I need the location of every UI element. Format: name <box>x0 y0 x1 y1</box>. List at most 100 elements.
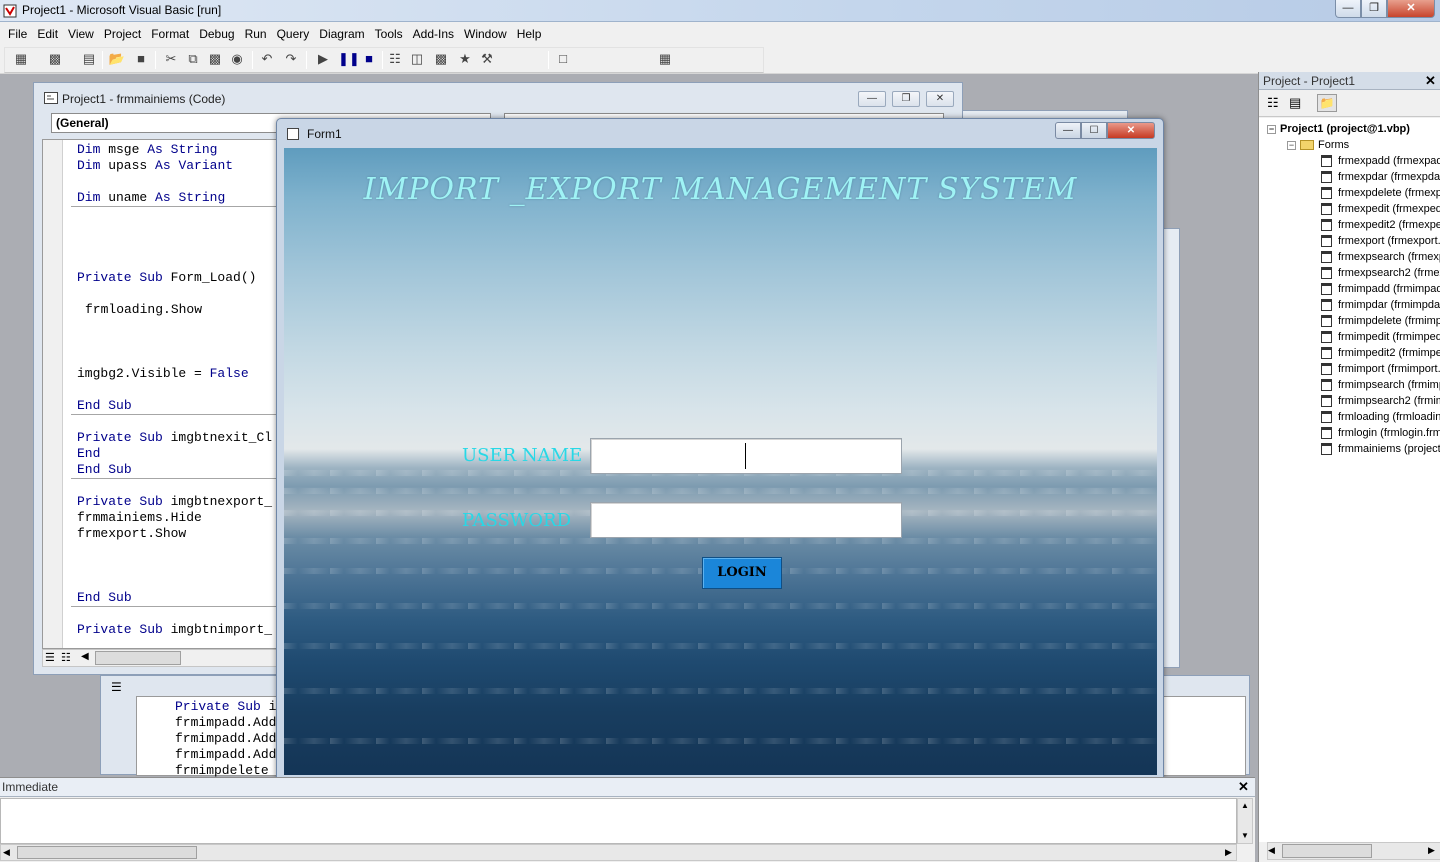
close-button[interactable]: ✕ <box>1387 0 1435 18</box>
form-node[interactable]: frmlogin (frmlogin.frm) <box>1321 426 1440 440</box>
procedure-view-icon[interactable]: ☰ <box>111 680 122 694</box>
undo-icon[interactable]: ↶ <box>258 50 276 68</box>
form-minimize-button[interactable]: — <box>1055 122 1081 139</box>
scroll-up-icon[interactable]: ▲ <box>1241 801 1249 810</box>
form-node[interactable]: frmmainiems (project@1.frm) <box>1321 442 1440 456</box>
code-line: Private Sub imgbtnexport_ <box>77 494 273 509</box>
scroll-down-icon[interactable]: ▼ <box>1241 831 1249 840</box>
forms-folder-node[interactable]: − Forms <box>1287 138 1349 152</box>
scroll-left-icon[interactable]: ◀ <box>1268 845 1275 856</box>
menu-diagram[interactable]: Diagram <box>314 22 369 46</box>
form-node[interactable]: frmimport (frmimport.frm) <box>1321 362 1440 376</box>
code-line: frmimpdelete <box>175 763 269 778</box>
menu-query[interactable]: Query <box>272 22 315 46</box>
toggle-folders-icon[interactable]: 📁 <box>1317 94 1337 112</box>
menu-debug[interactable]: Debug <box>194 22 239 46</box>
username-input[interactable] <box>590 438 902 474</box>
menu-editor-icon[interactable]: ▤ <box>80 50 98 68</box>
scroll-left-icon[interactable]: ◀ <box>81 651 89 662</box>
immediate-input[interactable] <box>0 798 1237 844</box>
project-horizontal-scrollbar[interactable]: ◀ ▶ <box>1267 842 1440 860</box>
scroll-thumb[interactable] <box>95 651 181 665</box>
project-explorer-icon[interactable]: ☷ <box>386 50 404 68</box>
copy-icon[interactable]: ⧉ <box>184 50 202 68</box>
code-line: imgbg2.Visible = False <box>77 366 249 381</box>
view-object-icon[interactable]: ▤ <box>1289 95 1301 111</box>
form-node[interactable]: frmimpdelete (frmimpdelete.frm) <box>1321 314 1440 328</box>
form-node[interactable]: frmimpadd (frmimpadd.frm) <box>1321 282 1440 296</box>
code-line: Dim msge As String <box>77 142 218 157</box>
save-project-icon[interactable]: ■ <box>132 50 150 68</box>
code-close-button[interactable]: ✕ <box>926 91 954 107</box>
end-icon[interactable]: ■ <box>360 50 378 68</box>
full-module-view-icon[interactable]: ☷ <box>61 651 71 664</box>
start-icon[interactable]: ▶ <box>314 50 332 68</box>
menu-window[interactable]: Window <box>459 22 512 46</box>
find-icon[interactable]: ◉ <box>228 50 246 68</box>
minimize-button[interactable]: — <box>1335 0 1361 18</box>
menu-file[interactable]: File <box>3 22 32 46</box>
scroll-thumb[interactable] <box>17 846 197 859</box>
form-node[interactable]: frmimpedit (frmimpedit.frm) <box>1321 330 1440 344</box>
form-layout-icon[interactable]: ▩ <box>432 50 450 68</box>
procedure-view-icon[interactable]: ☰ <box>45 651 55 664</box>
form-node[interactable]: frmimpsearch2 (frmimpsearch2.frm) <box>1321 394 1440 408</box>
toolbox-icon[interactable]: ⚒ <box>478 50 496 68</box>
folder-icon <box>1300 140 1314 151</box>
immediate-vertical-scrollbar[interactable]: ▲ ▼ <box>1237 798 1253 844</box>
form-node[interactable]: frmexpedit (frmexpedit.frm) <box>1321 202 1440 216</box>
form-icon <box>1321 395 1332 408</box>
properties-window-icon[interactable]: ◫ <box>408 50 426 68</box>
form-node[interactable]: frmexpdelete (frmexpdelete.frm) <box>1321 186 1440 200</box>
project-explorer-title: Project - Project1 <box>1259 72 1440 90</box>
code-restore-button[interactable]: ❐ <box>892 91 920 107</box>
scroll-right-icon[interactable]: ▶ <box>1428 845 1435 856</box>
password-input[interactable] <box>590 502 902 538</box>
paste-icon[interactable]: ▩ <box>206 50 224 68</box>
scroll-thumb[interactable] <box>1282 844 1372 858</box>
form-node[interactable]: frmimpedit2 (frmimpedit2.frm) <box>1321 346 1440 360</box>
object-browser-icon[interactable]: ★ <box>456 50 474 68</box>
form-node[interactable]: frmexpsearch (frmexpsearch.frm) <box>1321 250 1440 264</box>
menu-help[interactable]: Help <box>512 22 547 46</box>
scroll-right-icon[interactable]: ▶ <box>1225 847 1232 858</box>
project-tree[interactable]: − Project1 (project@1.vbp) − Forms frmexpa… <box>1259 118 1440 842</box>
open-project-icon[interactable]: 📂 <box>108 50 126 68</box>
form-node[interactable]: frmexpsearch2 (frmexpsearch2.frm) <box>1321 266 1440 280</box>
add-form-icon[interactable]: ▩ <box>46 50 64 68</box>
form-maximize-button[interactable]: ☐ <box>1081 122 1107 139</box>
break-icon[interactable]: ❚❚ <box>338 50 360 68</box>
menu-project[interactable]: Project <box>99 22 146 46</box>
form-node-label: frmexpsearch2 (frmexpsearch2.frm) <box>1338 267 1440 279</box>
form-node[interactable]: frmexpadd (frmexpadd.frm) <box>1321 154 1440 168</box>
code-minimize-button[interactable]: — <box>858 91 886 107</box>
form-node[interactable]: frmimpdar (frmimpdar.frm) <box>1321 298 1440 312</box>
form-node[interactable]: frmexport (frmexport.frm) <box>1321 234 1440 248</box>
project-node[interactable]: − Project1 (project@1.vbp) <box>1267 122 1410 136</box>
code-window-icon <box>44 92 58 104</box>
form-node[interactable]: frmimpsearch (frmimpsearch.frm) <box>1321 378 1440 392</box>
form-close-button[interactable]: ✕ <box>1107 122 1155 139</box>
redo-icon[interactable]: ↷ <box>282 50 300 68</box>
form1-window[interactable]: Form1 — ☐ ✕ IMPORT _EXPORT MANAGEMENT SY… <box>276 118 1164 780</box>
project-explorer-close-icon[interactable]: ✕ <box>1425 74 1436 88</box>
add-project-icon[interactable]: ▦ <box>12 50 30 68</box>
login-button[interactable]: LOGIN <box>702 557 782 589</box>
immediate-horizontal-scrollbar[interactable]: ◀ ▶ <box>0 844 1237 861</box>
menu-view[interactable]: View <box>63 22 99 46</box>
immediate-close-icon[interactable]: ✕ <box>1238 780 1249 794</box>
view-code-icon[interactable]: ☷ <box>1267 95 1279 111</box>
code-gutter <box>43 140 63 648</box>
restore-button[interactable]: ❐ <box>1361 0 1387 18</box>
scroll-left-icon[interactable]: ◀ <box>3 847 10 858</box>
menu-format[interactable]: Format <box>146 22 194 46</box>
cut-icon[interactable]: ✂ <box>162 50 180 68</box>
form-node[interactable]: frmloading (frmloading.frm) <box>1321 410 1440 424</box>
menu-edit[interactable]: Edit <box>32 22 63 46</box>
form-node-label: frmexpdar (frmexpdar.frm) <box>1338 171 1440 183</box>
menu-tools[interactable]: Tools <box>370 22 408 46</box>
form-node[interactable]: frmexpedit2 (frmexpedit2.frm) <box>1321 218 1440 232</box>
menu-run[interactable]: Run <box>240 22 272 46</box>
form-node[interactable]: frmexpdar (frmexpdar.frm) <box>1321 170 1440 184</box>
menu-addins[interactable]: Add-Ins <box>408 22 459 46</box>
